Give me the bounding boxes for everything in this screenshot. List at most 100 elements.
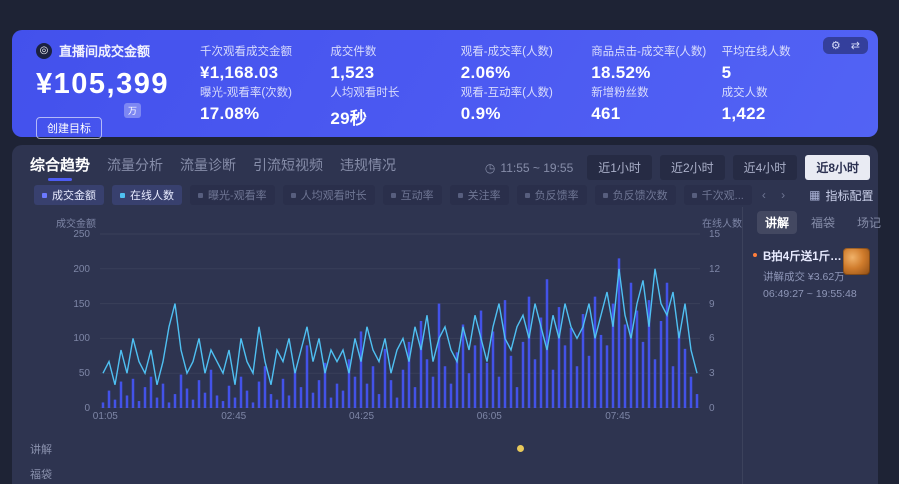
kpi-metric-value: 17.08% [200, 104, 322, 124]
tab-综合趋势[interactable]: 综合趋势 [30, 154, 90, 181]
chip-负反馈率[interactable]: 负反馈率 [517, 185, 587, 205]
chip-人均观看时长[interactable]: 人均观看时长 [283, 185, 375, 205]
chip-label: 关注率 [468, 187, 501, 203]
item-bullet-icon [753, 253, 757, 257]
panel-tab-讲解[interactable]: 讲解 [757, 211, 797, 234]
kpi-metric-value: 1,422 [722, 104, 844, 124]
trend-panel: 综合趋势流量分析流量诊断引流短视频违规情况 ◷ 11:55 ~ 19:55 近1… [12, 145, 878, 484]
kpi-metric: 成交人数1,422 [722, 84, 844, 129]
right-ytick: 9 [709, 299, 739, 310]
chip-label: 人均观看时长 [301, 187, 367, 203]
right-ytick: 6 [709, 333, 739, 344]
kpi-metric-value: ¥1,168.03 [200, 63, 322, 83]
side-panel-tabs: 讲解福袋场记 [743, 207, 878, 234]
kpi-metric-grid: 千次观看成交金额 ¥1,168.03曝光-观看率(次数)17.08%成交件数1,5… [200, 43, 844, 129]
right-ytick: 0 [709, 403, 739, 414]
chip-dot-icon [120, 193, 125, 198]
chip-关注率[interactable]: 关注率 [450, 185, 509, 205]
kpi-toolbar: ⚙⇄ [823, 37, 868, 54]
kpi-metric: 曝光-观看率(次数)17.08% [200, 84, 322, 129]
kpi-metric: 商品点击-成交率(人数)18.52% [591, 43, 713, 84]
kpi-metric-value: 18.52% [591, 63, 713, 83]
chip-dot-icon [42, 193, 47, 198]
time-option-近2小时[interactable]: 近2小时 [660, 155, 725, 180]
lane-label-explain: 讲解 [30, 441, 52, 457]
primary-metric-value: ¥105,399 [36, 68, 201, 101]
chip-label: 千次观... [702, 187, 744, 203]
metric-config-button[interactable]: ▦ 指标配置 [809, 187, 873, 204]
kpi-metric-value: 29秒 [330, 104, 452, 129]
item-title: B拍4斤送1斤共35-4... [763, 248, 851, 264]
kpi-metric: 千次观看成交金额 ¥1,168.03 [200, 43, 322, 84]
live-analytics-dashboard: ◎ 直播间成交金额 ¥105,399 万 创建目标 千次观看成交金额 ¥1,168… [0, 0, 899, 484]
session-side-panel: 讲解福袋场记 B拍4斤送1斤共35-4...讲解成交 ¥3.62万06:49:2… [742, 207, 878, 484]
kpi-metric: 人均观看时长 29秒 [330, 84, 452, 129]
xtick: 04:25 [349, 411, 374, 422]
time-option-近4小时[interactable]: 近4小时 [733, 155, 798, 180]
chip-label: 在线人数 [130, 187, 174, 203]
time-option-近8小时[interactable]: 近8小时 [805, 155, 870, 180]
chip-在线人数[interactable]: 在线人数 [112, 185, 182, 205]
chip-曝光-观看率[interactable]: 曝光-观看率 [190, 185, 275, 205]
config-grid-icon: ▦ [809, 188, 820, 202]
create-goal-button[interactable]: 创建目标 [36, 117, 102, 139]
chip-成交金额[interactable]: 成交金额 [34, 185, 104, 205]
kpi-metric: 观看-互动率(人数) 0.9% [461, 84, 583, 129]
chip-负反馈次数[interactable]: 负反馈次数 [595, 185, 676, 205]
tab-违规情况[interactable]: 违规情况 [340, 155, 396, 181]
product-thumbnail [843, 248, 870, 275]
chip-dot-icon [291, 193, 296, 198]
chip-label: 负反馈次数 [613, 187, 668, 203]
kpi-metric-label: 人均观看时长 [330, 84, 452, 100]
left-ytick: 100 [60, 333, 90, 344]
panel-tab-场记[interactable]: 场记 [849, 211, 889, 234]
chip-dot-icon [458, 193, 463, 198]
time-option-近1小时[interactable]: 近1小时 [587, 155, 652, 180]
right-ytick: 15 [709, 229, 739, 240]
time-filter: ◷ 11:55 ~ 19:55 近1小时近2小时近4小时近8小时 [485, 155, 870, 180]
chips-pager[interactable]: ‹ › [762, 188, 791, 202]
kpi-metric: 新增粉丝数 461 [591, 84, 713, 129]
kpi-metric-value: 2.06% [461, 63, 583, 83]
chip-千次观...[interactable]: 千次观... [684, 185, 752, 205]
right-ytick: 3 [709, 368, 739, 379]
right-ytick: 12 [709, 264, 739, 275]
chip-dot-icon [692, 193, 697, 198]
section-tabs: 综合趋势流量分析流量诊断引流短视频违规情况 [30, 154, 396, 181]
primary-metric-label: 直播间成交金额 [59, 41, 150, 60]
time-range: ◷ 11:55 ~ 19:55 [485, 161, 573, 175]
lane-label-bag: 福袋 [30, 466, 52, 482]
chip-label: 成交金额 [52, 187, 96, 203]
kpi-metric-value: 0.9% [461, 104, 583, 124]
left-axis-title: 成交金额 [56, 215, 96, 230]
primary-metric: ◎ 直播间成交金额 ¥105,399 万 创建目标 [36, 41, 201, 129]
chip-dot-icon [525, 193, 530, 198]
right-axis-title: 在线人数 [702, 215, 742, 230]
explain-list: B拍4斤送1斤共35-4...讲解成交 ¥3.62万06:49:27 ~ 19:… [753, 248, 878, 300]
tab-引流短视频[interactable]: 引流短视频 [253, 155, 323, 181]
chip-互动率[interactable]: 互动率 [383, 185, 442, 205]
metric-chips: 成交金额 在线人数 曝光-观看率 人均观看时长互动率 关注率 负反馈率 负反馈次数 千次观..… [34, 185, 874, 205]
clock-icon: ◷ [485, 161, 495, 175]
trend-chart[interactable] [100, 232, 700, 408]
chip-dot-icon [198, 193, 203, 198]
kpi-metric-label: 新增粉丝数 [591, 84, 713, 100]
kpi-metric-value: 5 [722, 63, 844, 83]
kpi-metric-label: 观看-互动率(人数) [461, 84, 583, 100]
tab-流量诊断[interactable]: 流量诊断 [180, 155, 236, 181]
explain-event-marker[interactable] [517, 445, 524, 452]
kpi-metric-label: 成交件数 [330, 43, 452, 59]
chip-label: 负反馈率 [535, 187, 579, 203]
item-time-range: 06:49:27 ~ 19:55:48 [763, 288, 878, 300]
kpi-metric: 成交件数1,523 [330, 43, 452, 84]
gear-icon[interactable]: ⚙ [831, 39, 841, 52]
explain-item[interactable]: B拍4斤送1斤共35-4...讲解成交 ¥3.62万06:49:27 ~ 19:… [753, 248, 878, 300]
kpi-metric-label: 千次观看成交金额 [200, 43, 322, 59]
swap-icon[interactable]: ⇄ [851, 39, 860, 52]
left-ytick: 200 [60, 264, 90, 275]
tab-流量分析[interactable]: 流量分析 [107, 155, 163, 181]
chip-label: 曝光-观看率 [208, 187, 267, 203]
panel-tab-福袋[interactable]: 福袋 [803, 211, 843, 234]
chip-dot-icon [391, 193, 396, 198]
kpi-metric-value: 461 [591, 104, 713, 124]
